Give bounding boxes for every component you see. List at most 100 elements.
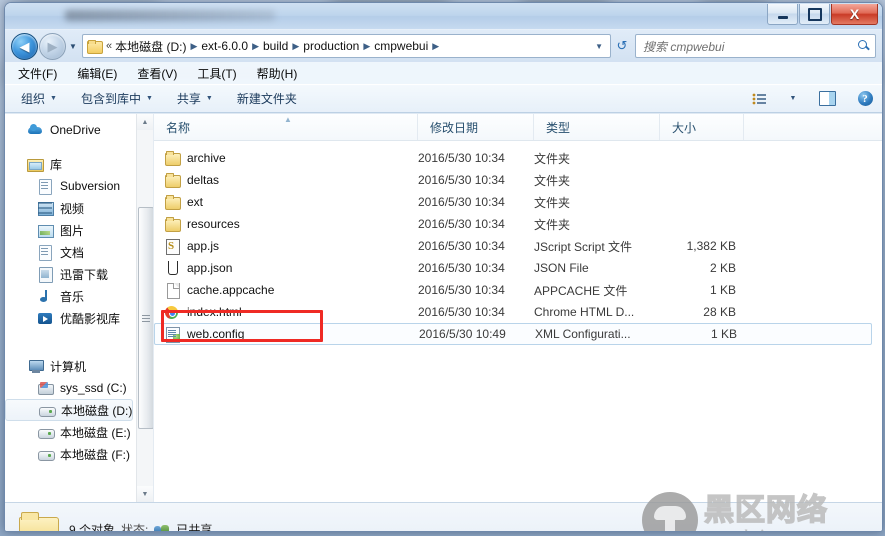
breadcrumb-item-0[interactable]: 本地磁盘 (D:) bbox=[115, 38, 186, 55]
menu-help[interactable]: 帮助(H) bbox=[254, 64, 301, 83]
sidebar-label-subversion: Subversion bbox=[60, 179, 121, 193]
sidebar-item-sys-ssd-c[interactable]: sys_ssd (C:) bbox=[5, 377, 137, 399]
file-name-cell[interactable]: resources bbox=[154, 216, 418, 232]
drive-icon-f bbox=[37, 447, 55, 462]
recent-locations-button[interactable]: ▼ bbox=[66, 42, 80, 51]
help-icon: ? bbox=[857, 91, 873, 106]
breadcrumb-item-1[interactable]: ext-6.0.0 bbox=[201, 39, 248, 53]
video-icon bbox=[37, 201, 54, 216]
chevron-right-icon-4[interactable]: ▶ bbox=[428, 41, 443, 52]
sidebar-item-thunder-download[interactable]: 迅雷下载 bbox=[5, 263, 137, 285]
sidebar-item-onedrive[interactable]: OneDrive bbox=[5, 119, 137, 141]
table-row[interactable]: archive 2016/5/30 10:34 文件夹 bbox=[154, 147, 882, 169]
breadcrumb-item-2[interactable]: build bbox=[263, 39, 288, 53]
close-button[interactable]: X bbox=[831, 4, 878, 25]
chrome-icon bbox=[164, 305, 180, 320]
menu-file[interactable]: 文件(F) bbox=[15, 64, 60, 83]
organize-label: 组织 bbox=[21, 92, 46, 106]
organize-button[interactable]: 组织 ▼ bbox=[17, 88, 61, 109]
help-button[interactable]: ? bbox=[854, 89, 876, 109]
file-name-label: cache.appcache bbox=[187, 283, 275, 297]
scroll-down-arrow-icon[interactable]: ▼ bbox=[137, 486, 153, 502]
refresh-button[interactable]: ↺ bbox=[611, 38, 633, 54]
sidebar-item-local-disk-d[interactable]: 本地磁盘 (D:) bbox=[5, 399, 133, 421]
breadcrumb-item-3[interactable]: production bbox=[303, 39, 359, 53]
forward-button[interactable]: ▶ bbox=[39, 32, 66, 60]
breadcrumb-bar[interactable]: « 本地磁盘 (D:) ▶ ext-6.0.0 ▶ build ▶ produc… bbox=[82, 34, 611, 58]
sidebar-item-youku[interactable]: 优酷影视库 bbox=[5, 307, 137, 329]
table-row[interactable]: ext 2016/5/30 10:34 文件夹 bbox=[154, 191, 882, 213]
chevron-right-icon-2[interactable]: ▶ bbox=[288, 41, 303, 52]
menu-tools[interactable]: 工具(T) bbox=[194, 64, 239, 83]
table-row[interactable]: resources 2016/5/30 10:34 文件夹 bbox=[154, 213, 882, 235]
file-name-label: resources bbox=[187, 217, 240, 231]
sort-ascending-icon: ▲ bbox=[284, 115, 292, 124]
maximize-button[interactable] bbox=[799, 4, 830, 25]
folder-icon bbox=[164, 150, 181, 166]
search-box[interactable]: 搜索 cmpwebui bbox=[635, 34, 876, 58]
file-name-label: web.config bbox=[187, 327, 245, 341]
chevron-right-icon-0[interactable]: ▶ bbox=[186, 41, 201, 52]
sidebar-item-local-disk-f[interactable]: 本地磁盘 (F:) bbox=[5, 443, 137, 465]
menu-view[interactable]: 查看(V) bbox=[134, 64, 180, 83]
change-view-button[interactable] bbox=[748, 89, 770, 109]
sidebar-item-pictures[interactable]: 图片 bbox=[5, 219, 137, 241]
sidebar-item-computer[interactable]: 计算机 bbox=[5, 355, 137, 377]
window-title bbox=[65, 10, 275, 21]
sidebar-item-music[interactable]: 音乐 bbox=[5, 285, 137, 307]
include-in-library-button[interactable]: 包含到库中 ▼ bbox=[77, 88, 157, 109]
table-row[interactable]: index.html 2016/5/30 10:34 Chrome HTML D… bbox=[154, 301, 882, 323]
table-row[interactable]: deltas 2016/5/30 10:34 文件夹 bbox=[154, 169, 882, 191]
scroll-up-arrow-icon[interactable]: ▲ bbox=[137, 114, 153, 130]
close-icon: X bbox=[849, 6, 860, 22]
file-name-cell[interactable]: archive bbox=[154, 150, 418, 166]
drive-icon-e bbox=[37, 425, 55, 440]
scrollbar-thumb[interactable] bbox=[138, 207, 153, 429]
file-name-cell[interactable]: ext bbox=[154, 194, 418, 210]
navigation-pane: OneDrive 库 Subversion 视频 图片 文档 迅雷下载 音乐 优… bbox=[5, 114, 154, 502]
menu-edit[interactable]: 编辑(E) bbox=[74, 64, 120, 83]
column-header-date[interactable]: 修改日期 bbox=[418, 114, 534, 140]
back-arrow-icon: ◀ bbox=[19, 38, 30, 54]
file-type-cell: 文件夹 bbox=[534, 151, 571, 166]
file-name-label: deltas bbox=[187, 173, 220, 187]
command-toolbar: 组织 ▼ 包含到库中 ▼ 共享 ▼ 新建文件夹 ▼ ? bbox=[5, 84, 882, 113]
file-name-cell[interactable]: cache.appcache bbox=[154, 282, 418, 299]
scrollbar-grip-icon bbox=[142, 314, 150, 322]
file-name-cell[interactable]: index.html bbox=[154, 305, 418, 320]
table-row[interactable]: app.json 2016/5/30 10:34 JSON File 2 KB bbox=[154, 257, 882, 279]
table-row-selected[interactable]: web.config 2016/5/30 10:49 XML Configura… bbox=[154, 323, 872, 345]
sidebar-item-local-disk-e[interactable]: 本地磁盘 (E:) bbox=[5, 421, 137, 443]
view-dropdown-button[interactable]: ▼ bbox=[786, 89, 800, 109]
navigation-scrollbar[interactable]: ▲ ▼ bbox=[136, 114, 153, 502]
share-with-button[interactable]: 共享 ▼ bbox=[173, 88, 217, 109]
file-type-cell: JSON File bbox=[534, 261, 589, 275]
table-row[interactable]: app.js 2016/5/30 10:34 JScript Script 文件… bbox=[154, 235, 882, 257]
file-name-cell[interactable]: app.js bbox=[154, 238, 418, 255]
sidebar-item-libraries[interactable]: 库 bbox=[5, 153, 137, 175]
breadcrumb-item-4[interactable]: cmpwebui bbox=[374, 39, 428, 53]
file-name-cell[interactable]: deltas bbox=[154, 172, 418, 188]
file-list-pane: 名称 修改日期 类型 大小 ▲ archive 2016/5/30 10:34 bbox=[154, 114, 882, 502]
window-controls: X bbox=[767, 4, 878, 25]
minimize-button[interactable] bbox=[767, 4, 798, 25]
new-folder-button[interactable]: 新建文件夹 bbox=[233, 88, 301, 109]
search-input[interactable]: 搜索 cmpwebui bbox=[643, 38, 857, 55]
table-row[interactable]: cache.appcache 2016/5/30 10:34 APPCACHE … bbox=[154, 279, 882, 301]
file-name-cell[interactable]: app.json bbox=[154, 260, 418, 276]
sidebar-item-documents[interactable]: 文档 bbox=[5, 241, 137, 263]
file-size-cell: 1 KB bbox=[710, 327, 737, 341]
sidebar-item-subversion[interactable]: Subversion bbox=[5, 175, 137, 197]
chevron-right-icon-1[interactable]: ▶ bbox=[248, 41, 263, 52]
column-header-row: 名称 修改日期 类型 大小 ▲ bbox=[154, 114, 882, 141]
column-header-type[interactable]: 类型 bbox=[534, 114, 660, 140]
back-button[interactable]: ◀ bbox=[11, 32, 38, 60]
address-dropdown-icon[interactable]: ▼ bbox=[590, 42, 608, 51]
chevron-right-icon-3[interactable]: ▶ bbox=[359, 41, 374, 52]
sidebar-item-videos[interactable]: 视频 bbox=[5, 197, 137, 219]
file-name-cell[interactable]: web.config bbox=[155, 326, 419, 343]
preview-pane-button[interactable] bbox=[816, 89, 838, 109]
breadcrumb-overflow-icon[interactable]: « bbox=[105, 40, 115, 52]
chevron-down-icon-view: ▼ bbox=[789, 95, 797, 102]
column-header-size[interactable]: 大小 bbox=[660, 114, 744, 140]
